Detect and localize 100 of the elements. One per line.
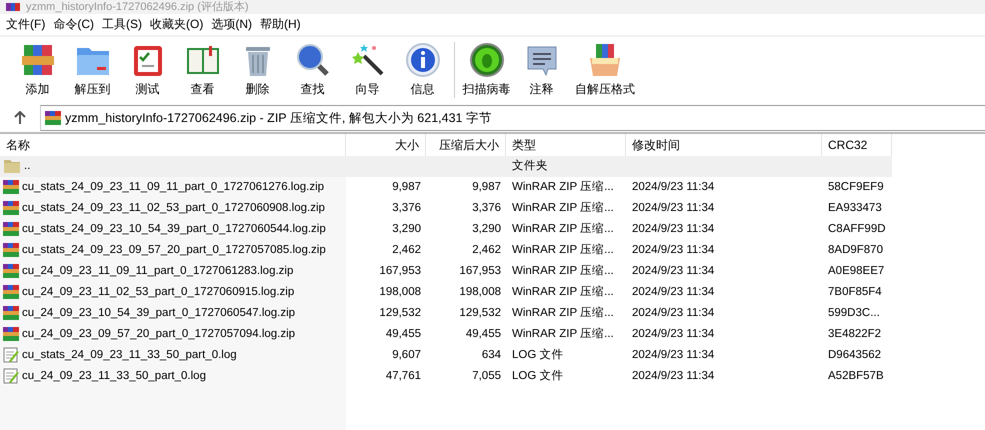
table-cell-text: 47,761 (384, 368, 422, 384)
table-cell-text: WinRAR ZIP 压缩... (511, 242, 615, 258)
file-name[interactable]: cu_stats_24_09_23_11_33_50_part_0.log (22, 348, 237, 360)
column-header[interactable]: CRC32 (822, 134, 892, 156)
table-cell-text: 7,055 (471, 368, 502, 384)
archive-icon (3, 262, 19, 278)
table-cell-text: EA933473 (827, 200, 883, 216)
table-cell-text: 3,376 (471, 200, 502, 216)
table-cell-text: 2024/9/23 11:34 (631, 264, 716, 278)
table-cell-text: 9,607 (391, 348, 422, 362)
menu-item[interactable]: 命令(C) (51, 16, 100, 33)
table-cell-text: WinRAR ZIP 压缩... (511, 326, 615, 342)
toolbar-button[interactable]: 信息 (395, 40, 450, 98)
file-name[interactable]: cu_stats_24_09_23_11_09_11_part_0_1727061276.log.zip (22, 180, 324, 192)
table-cell-text: WinRAR ZIP 压缩... (511, 306, 615, 321)
column-header[interactable]: 类型 (506, 134, 626, 156)
table-cell-text: 3,290 (391, 222, 422, 236)
toolbar-button[interactable]: 向导 (340, 40, 395, 98)
table-cell-text: WinRAR ZIP 压缩... (511, 284, 615, 300)
archive-icon (3, 326, 19, 342)
magnifier-icon (294, 42, 330, 78)
notepad-icon (3, 368, 19, 384)
up-arrow-icon (14, 111, 26, 125)
archive-icon (3, 284, 19, 300)
menu-item[interactable]: 帮助(H) (258, 16, 307, 33)
file-name[interactable]: cu_24_09_23_10_54_39_part_0_1727060547.log.zip (22, 306, 296, 318)
file-name[interactable]: .. (24, 160, 30, 172)
toolbar-button[interactable]: 自解压格式 (569, 40, 641, 98)
magic-wand-icon (350, 42, 386, 78)
table-cell-text: 2024/9/23 11:34 (631, 180, 716, 194)
table-cell-text: 2,462 (391, 242, 422, 258)
table-cell-text: 2024/9/23 11:34 (631, 348, 716, 362)
file-name[interactable]: cu_stats_24_09_23_11_02_53_part_0_1727060908.log.zip (22, 202, 325, 214)
file-name[interactable]: cu_24_09_23_09_57_20_part_0_1727057094.log.zip (22, 328, 296, 340)
archive-icon (6, 3, 20, 11)
table-cell-text: 167,953 (458, 264, 502, 278)
column-header[interactable]: 大小 (346, 134, 426, 156)
table-cell-text: 58CF9EF9 (827, 180, 885, 194)
table-cell-text: 198,008 (458, 284, 502, 300)
file-name[interactable]: cu_stats_24_09_23_09_57_20_part_0_1727057085.log.zip (22, 244, 326, 256)
file-name[interactable]: cu_24_09_23_11_33_50_part_0.log (22, 370, 206, 382)
toolbar-button[interactable]: 查找 (285, 40, 340, 98)
toolbar-button[interactable]: 扫描病毒 (459, 40, 514, 98)
menu-item[interactable]: 文件(F) (4, 16, 52, 33)
table-cell-text: 49,455 (384, 326, 422, 342)
table-cell-text: 2024/9/23 11:34 (631, 306, 716, 320)
table-cell-text: 2024/9/23 11:34 (631, 284, 716, 300)
table-cell-text: LOG 文件 (511, 368, 564, 384)
box-icon (587, 42, 623, 78)
toolbar-button[interactable]: 查看 (175, 40, 230, 98)
archive-icon (3, 242, 19, 258)
archive-icon (3, 178, 19, 194)
table-cell-text: 49,455 (464, 326, 502, 342)
file-name[interactable]: cu_stats_24_09_23_10_54_39_part_0_1727060544.log.zip (22, 222, 326, 234)
table-cell-text: C8AFF99D (827, 222, 887, 236)
file-name[interactable]: cu_24_09_23_11_02_53_part_0_1727060915.log.zip (22, 286, 294, 298)
table-cell-text: 7B0F85F4 (827, 284, 883, 300)
books-icon (20, 42, 56, 78)
table-cell-text: 599D3C... (827, 306, 881, 320)
menu-item[interactable]: 收藏夹(O) (148, 16, 210, 33)
toolbar-button[interactable]: 测试 (120, 40, 175, 98)
table-cell-text: 634 (480, 348, 502, 362)
archive-icon (3, 220, 19, 236)
table-cell-text: LOG 文件 (511, 348, 564, 363)
table-cell-text: 9,987 (471, 180, 502, 194)
notepad-icon (3, 346, 19, 362)
column-header[interactable]: 名称 (0, 134, 346, 156)
table-cell-text: 3,376 (391, 200, 422, 216)
toolbar-button[interactable]: 解压到 (65, 40, 120, 98)
table-cell-text: 2,462 (471, 242, 502, 258)
table-cell-text: A0E98EE7 (827, 264, 886, 278)
table-cell-text: 3E4822F2 (827, 326, 882, 342)
table-cell-text: 2024/9/23 11:34 (631, 242, 716, 258)
table-cell-text: 198,008 (378, 284, 422, 300)
menu-item[interactable]: 选项(N) (209, 16, 258, 33)
toolbar-button[interactable]: 添加 (10, 40, 65, 98)
table-cell-text: 2024/9/23 11:34 (631, 200, 716, 216)
info-icon (404, 42, 440, 78)
archive-icon (3, 304, 19, 320)
table-cell-text: A52BF57B (827, 368, 885, 384)
file-name[interactable]: cu_24_09_23_11_09_11_part_0_1727061283.log.zip (22, 264, 294, 276)
column-header[interactable]: 压缩后大小 (426, 134, 506, 156)
table-cell-text: 3,290 (471, 222, 502, 236)
table-cell-text: WinRAR ZIP 压缩... (511, 222, 615, 237)
column-header[interactable]: 修改时间 (626, 134, 822, 156)
menu-item[interactable]: 工具(S) (100, 16, 148, 33)
table-cell-text: WinRAR ZIP 压缩... (511, 200, 615, 216)
address-field[interactable]: yzmm_historyInfo-1727062496.zip - ZIP 压缩文件, 解包大小为 621,431 字节 (40, 105, 985, 131)
table-cell-text: WinRAR ZIP 压缩... (511, 180, 615, 195)
table-cell-text: 129,532 (378, 306, 422, 320)
toolbar-button[interactable]: 注释 (514, 40, 569, 98)
table-cell-text: 9,987 (391, 180, 422, 194)
toolbar-button[interactable]: 删除 (230, 40, 285, 98)
table-cell-text: 129,532 (458, 306, 502, 320)
table-cell-text: 文件夹 (511, 158, 549, 174)
table-cell-text: 2024/9/23 11:34 (631, 326, 716, 342)
table-cell-text: 2024/9/23 11:34 (631, 368, 716, 384)
window-title: yzmm_historyInfo-1727062496.zip (评估版本) (26, 0, 249, 14)
table-cell-text: WinRAR ZIP 压缩... (511, 264, 615, 279)
archive-icon (3, 200, 19, 216)
